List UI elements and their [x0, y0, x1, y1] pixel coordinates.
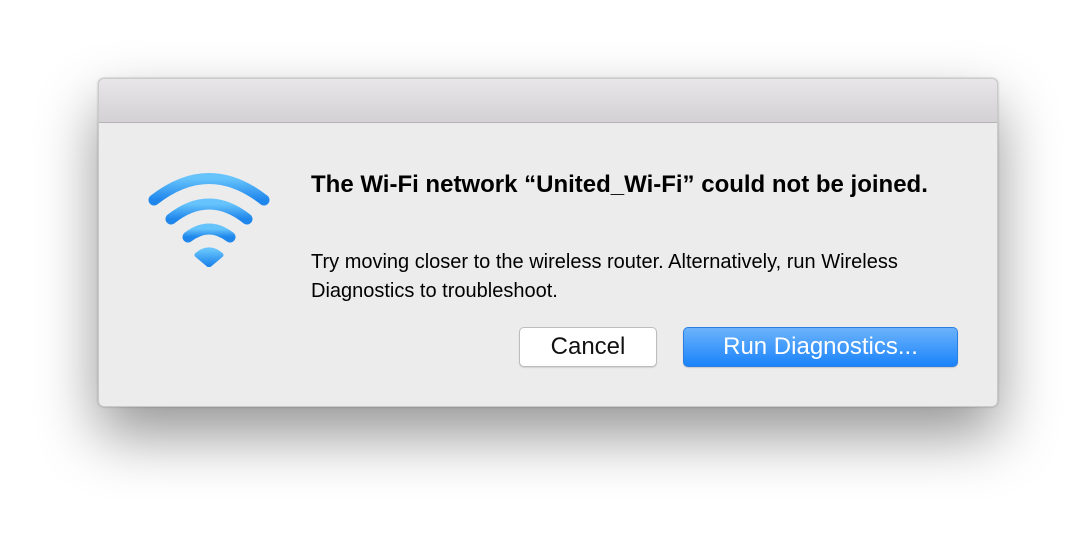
wifi-error-dialog: The Wi-Fi network “United_Wi-Fi” could n…: [98, 78, 998, 407]
run-diagnostics-button[interactable]: Run Diagnostics...: [683, 327, 958, 367]
dialog-titlebar[interactable]: [99, 79, 997, 123]
cancel-button[interactable]: Cancel: [519, 327, 657, 367]
wifi-icon: [148, 173, 270, 267]
dialog-message: Try moving closer to the wireless router…: [311, 251, 898, 302]
dialog-heading: The Wi-Fi network “United_Wi-Fi” could n…: [311, 171, 928, 198]
